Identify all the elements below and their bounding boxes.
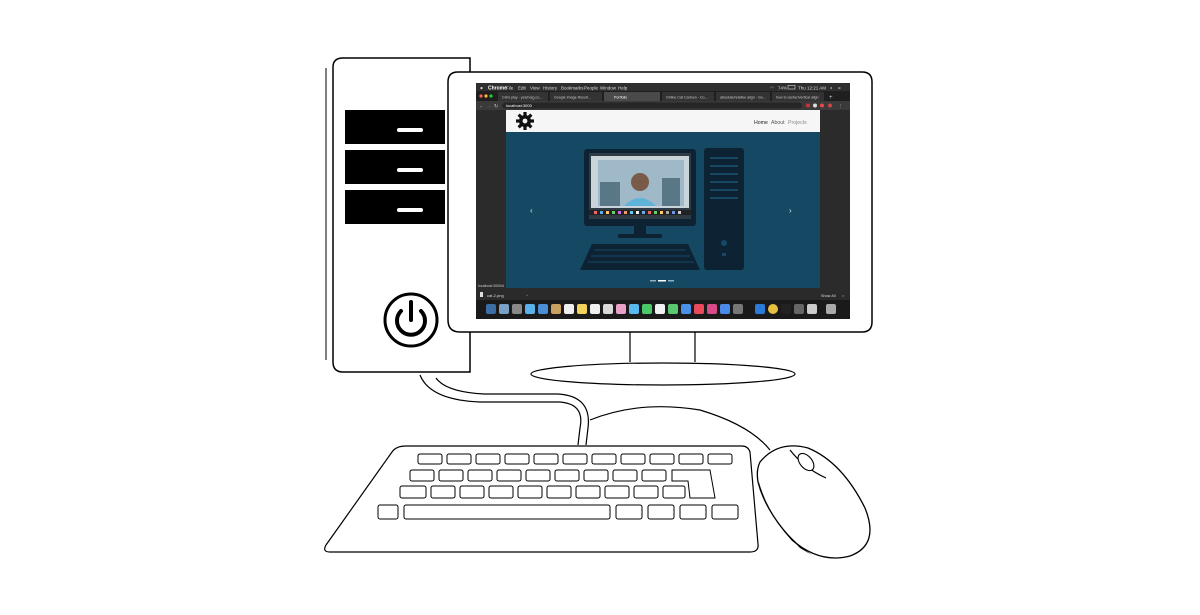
tab-label: CHG play - yes/no(g.co... — [502, 96, 542, 100]
menubar-clock[interactable]: Thu 12:21 AM — [798, 86, 826, 91]
contacts-icon[interactable] — [551, 304, 561, 314]
chrome-icon[interactable] — [768, 304, 778, 314]
forward-icon[interactable]: → — [486, 104, 491, 110]
screen: ● Chrome File Edit View History Bookmark… — [476, 83, 850, 319]
preview-icon[interactable] — [794, 304, 804, 314]
itunes-icon[interactable] — [707, 304, 717, 314]
drive-bay-2 — [345, 150, 445, 184]
nav-home[interactable]: Home — [754, 120, 768, 126]
mac-menubar: ● Chrome File Edit View History Bookmark… — [476, 83, 850, 92]
nav-about[interactable]: About — [771, 120, 785, 126]
calendar-icon[interactable] — [564, 304, 574, 314]
download-filename[interactable]: cat-2.png — [487, 293, 504, 298]
launchpad-icon[interactable] — [499, 304, 509, 314]
pages-icon[interactable] — [655, 304, 665, 314]
terminal-icon[interactable] — [781, 304, 791, 314]
finder-icon[interactable] — [486, 304, 496, 314]
reminders-icon[interactable] — [590, 304, 600, 314]
tab-label: Google Image Result... — [554, 96, 591, 100]
tab-label: Portfolio — [614, 96, 627, 100]
tab-strip: CHG play - yes/no(g.co... Google Image R… — [476, 91, 850, 101]
back-icon[interactable]: ← — [479, 104, 484, 110]
slide-illustration — [580, 148, 744, 270]
mail-icon[interactable] — [538, 304, 548, 314]
download-bar: cat-2.png ^ Show All × — [476, 290, 850, 300]
gear-icon[interactable] — [516, 112, 534, 130]
drive-bay-1 — [345, 110, 445, 144]
menubar-item-edit[interactable]: Edit — [518, 86, 527, 91]
nav-projects[interactable]: Projects — [788, 120, 807, 126]
status-url: localhost:3000/# — [478, 284, 504, 288]
app-store-icon[interactable] — [720, 304, 730, 314]
profile-avatar[interactable] — [828, 103, 832, 108]
safari-icon[interactable] — [525, 304, 535, 314]
folder-icon[interactable] — [807, 304, 817, 314]
power-icon[interactable] — [383, 292, 439, 348]
file-icon — [480, 292, 483, 297]
tab-1[interactable]: CHG play - yes/no(g.co... — [498, 92, 548, 101]
facetime-icon[interactable] — [642, 304, 652, 314]
mac-dock — [476, 300, 850, 319]
menubar-item-people[interactable]: People — [584, 86, 599, 91]
menubar-item-file[interactable]: File — [506, 86, 514, 91]
menubar-item-view[interactable]: View — [530, 86, 540, 91]
tab-2[interactable]: Google Image Result... — [550, 92, 602, 101]
drive-bay-3 — [345, 190, 445, 224]
menubar-app-name[interactable]: Chrome — [488, 86, 507, 92]
tab-4[interactable]: Online Cat Cartoon - Co... — [662, 92, 714, 101]
menubar-item-help[interactable]: Help — [618, 86, 628, 91]
show-all-button[interactable]: Show All — [821, 294, 836, 298]
tab-label: Online Cat Cartoon - Co... — [666, 96, 708, 100]
carousel-next-icon[interactable]: › — [789, 206, 792, 215]
menubar-item-history[interactable]: History — [543, 86, 558, 91]
system-preferences-icon[interactable] — [512, 304, 522, 314]
carousel-prev-icon[interactable]: ‹ — [530, 206, 533, 215]
extension-icon-2[interactable] — [813, 103, 817, 108]
maps-icon[interactable] — [603, 304, 613, 314]
menubar-item-bookmarks[interactable]: Bookmarks — [561, 86, 584, 91]
new-tab-button[interactable]: + — [829, 95, 833, 101]
notification-center-icon[interactable]: ≡ — [838, 86, 841, 91]
tab-label: how to center/vertical align — [776, 96, 819, 100]
mouse — [756, 445, 871, 559]
keyboard — [324, 445, 759, 553]
trash-icon[interactable] — [826, 304, 836, 314]
tab-3-active[interactable]: Portfolio — [604, 92, 660, 101]
extension-icon-3[interactable] — [820, 103, 824, 108]
zoom-window-button[interactable] — [489, 94, 493, 98]
browser-toolbar: ← → ↻ localhost:3000 ⋮ — [476, 101, 850, 110]
menubar-item-window[interactable]: Window — [600, 86, 617, 91]
photos-icon[interactable] — [616, 304, 626, 314]
minimize-window-button[interactable] — [484, 94, 488, 98]
reload-icon[interactable]: ↻ — [494, 104, 498, 110]
tab-6[interactable]: how to center/vertical align — [772, 92, 824, 101]
address-bar-url: localhost:3000 — [506, 103, 533, 108]
tab-label: absolute/relative align - Go... — [720, 96, 766, 100]
web-page: Home About Projects ‹ › — [506, 110, 820, 288]
vscode-icon[interactable] — [755, 304, 765, 314]
numbers-icon[interactable] — [668, 304, 678, 314]
mini-dock — [594, 211, 681, 214]
music-icon[interactable] — [694, 304, 704, 314]
notes-icon[interactable] — [577, 304, 587, 314]
close-window-button[interactable] — [479, 94, 483, 98]
apple-icon[interactable]: ● — [480, 86, 483, 92]
cables — [419, 374, 771, 451]
extension-icon-1[interactable] — [806, 103, 810, 108]
more-menu-icon[interactable]: ⋮ — [838, 104, 843, 110]
carousel-indicators[interactable] — [650, 280, 674, 282]
messages-icon[interactable] — [629, 304, 639, 314]
address-bar[interactable] — [502, 102, 802, 109]
battery-percent[interactable]: 74% — [778, 86, 787, 91]
tab-5[interactable]: absolute/relative align - Go... — [716, 92, 770, 101]
keynote-icon[interactable] — [681, 304, 691, 314]
settings-icon[interactable] — [733, 304, 743, 314]
chevron-up-icon[interactable]: ^ — [526, 293, 528, 298]
